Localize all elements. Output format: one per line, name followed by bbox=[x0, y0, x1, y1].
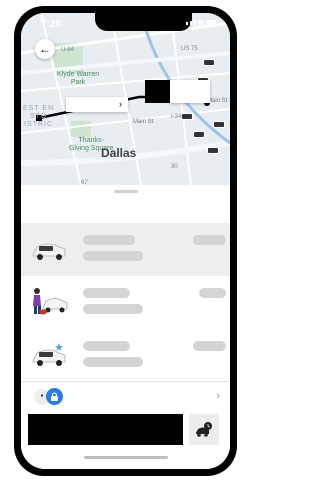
app-screen: 7:28 Klyde Warren Park Thanks- Giving Squa… bbox=[21, 13, 230, 469]
wifi-icon bbox=[198, 20, 204, 25]
highway-label: 30 bbox=[171, 164, 178, 170]
car-marker bbox=[207, 147, 219, 154]
destination-eta-badge bbox=[145, 80, 170, 103]
ride-detail-placeholder bbox=[83, 251, 143, 261]
chevron-right-icon: › bbox=[216, 390, 220, 402]
signal-icon bbox=[186, 22, 188, 25]
schedule-ride-button[interactable] bbox=[189, 414, 219, 445]
sheet-handle[interactable] bbox=[114, 190, 138, 193]
signal-icon bbox=[194, 20, 196, 25]
city-label: Dallas bbox=[101, 146, 137, 160]
home-indicator bbox=[84, 456, 168, 459]
car-marker bbox=[203, 59, 215, 66]
highway-label: US 75 bbox=[181, 46, 198, 52]
district-label: EST EN STO ISTRIC bbox=[23, 105, 55, 128]
ride-options-sheet: • › bbox=[21, 185, 230, 469]
payment-method-badge[interactable] bbox=[46, 388, 63, 405]
car-marker bbox=[213, 121, 225, 128]
confirm-ride-button[interactable] bbox=[28, 414, 183, 445]
notch bbox=[95, 13, 192, 31]
ride-option-row[interactable] bbox=[21, 329, 230, 382]
lock-icon bbox=[51, 392, 58, 401]
ride-name-placeholder bbox=[83, 341, 130, 351]
ride-detail-placeholder bbox=[83, 304, 143, 314]
street-label: Main St bbox=[133, 119, 154, 125]
destination-location-bubble[interactable] bbox=[170, 80, 210, 103]
pickup-location-bubble[interactable]: › bbox=[66, 97, 128, 112]
pet-car-icon bbox=[33, 288, 68, 315]
battery-icon bbox=[206, 20, 216, 25]
car-marker bbox=[193, 131, 205, 138]
schedule-car-icon bbox=[196, 422, 212, 437]
divider bbox=[21, 381, 230, 382]
ride-price-placeholder bbox=[193, 235, 226, 245]
ride-name-placeholder bbox=[83, 235, 135, 245]
signal-icon bbox=[190, 21, 192, 25]
status-icons bbox=[186, 19, 216, 25]
status-time: 7:28 bbox=[41, 19, 62, 30]
premium-car-icon bbox=[32, 343, 66, 366]
park-label: Klyde Warren Park bbox=[57, 71, 100, 86]
car-marker bbox=[181, 113, 193, 120]
highway-label: U-84 bbox=[61, 47, 75, 53]
ride-price-placeholder bbox=[199, 288, 226, 298]
ride-option-row[interactable] bbox=[21, 223, 230, 276]
car-icon bbox=[32, 243, 66, 260]
ride-price-placeholder bbox=[193, 341, 226, 351]
payment-row[interactable]: • › bbox=[34, 388, 224, 406]
ride-option-row[interactable] bbox=[21, 276, 230, 329]
ride-detail-placeholder bbox=[83, 357, 143, 367]
back-button[interactable]: ← bbox=[35, 39, 55, 59]
ride-name-placeholder bbox=[83, 288, 130, 298]
street-label: Main St bbox=[207, 98, 228, 104]
map-view[interactable]: Klyde Warren Park Thanks- Giving Square ES… bbox=[21, 13, 230, 186]
